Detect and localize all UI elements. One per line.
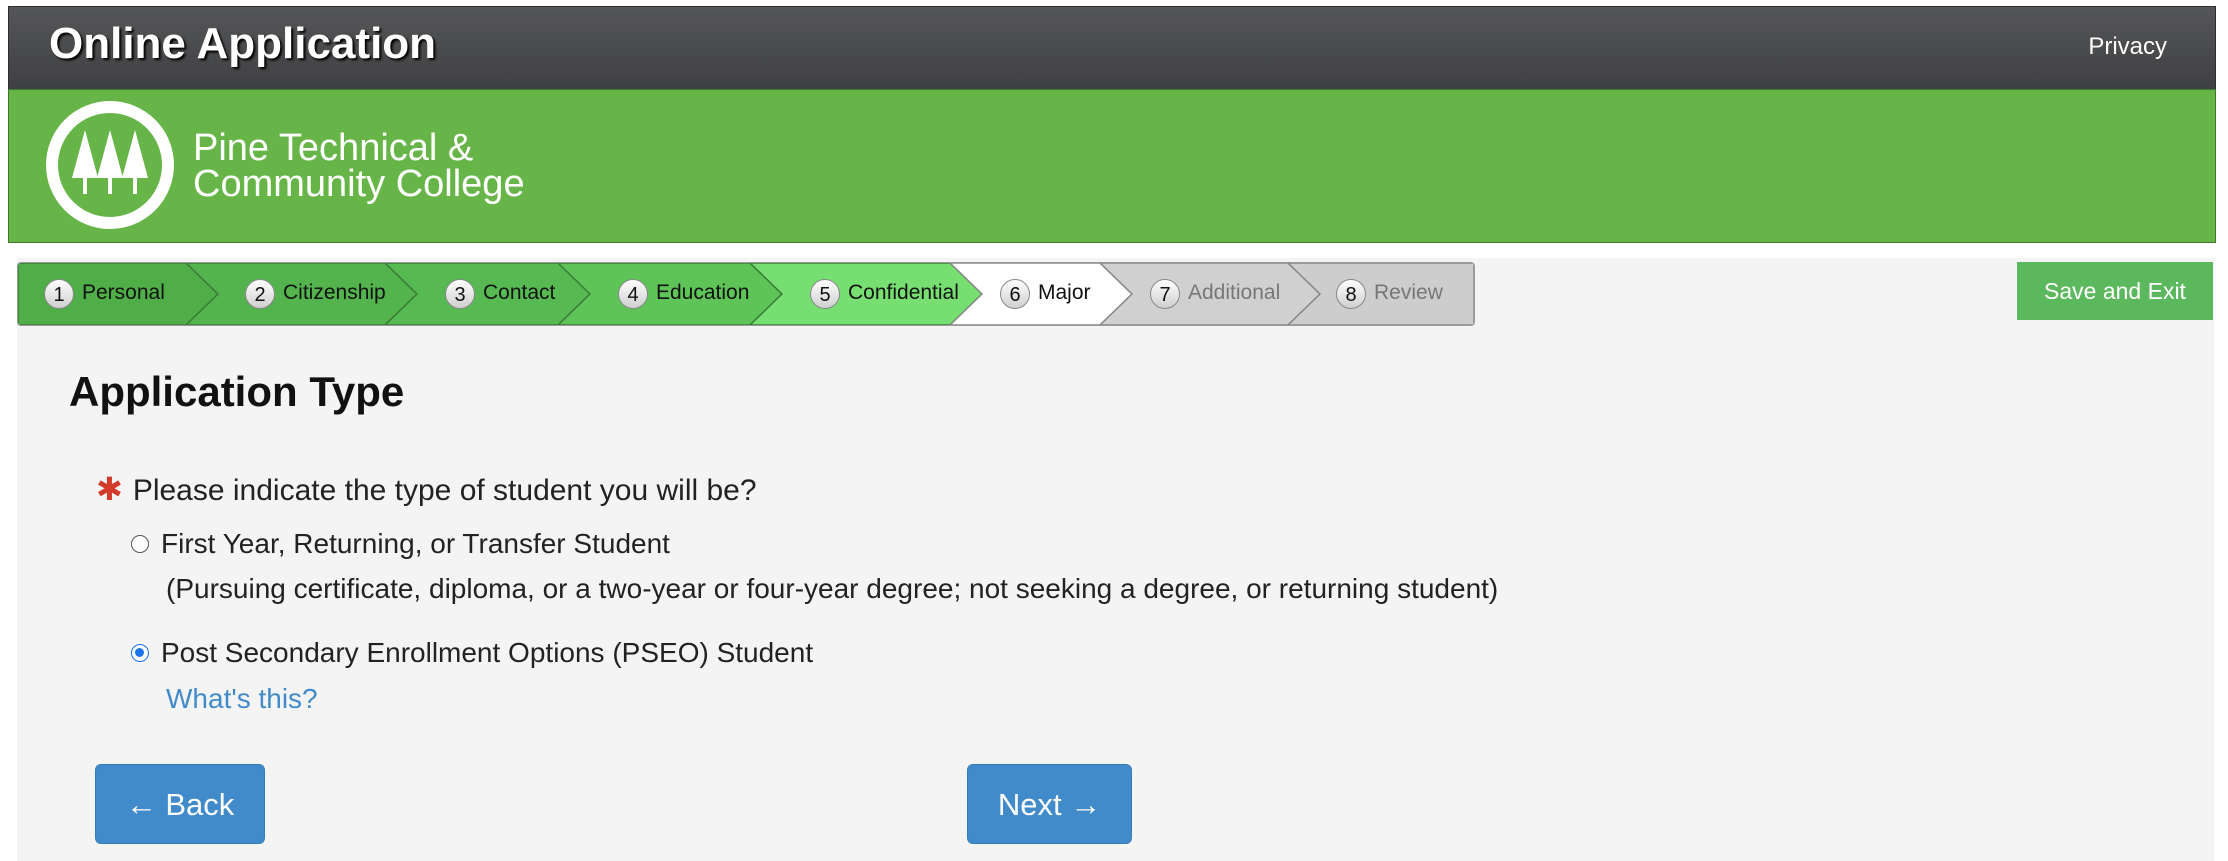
step-label: Review (1374, 281, 1443, 304)
save-and-exit-button[interactable]: Save and Exit (2017, 262, 2213, 320)
step-progress-bar: 1 Personal 2 Citizenship 3 Contact 4 Edu… (17, 262, 1475, 326)
pine-trees-logo-icon (46, 101, 174, 229)
step-label: Major (1038, 281, 1091, 304)
step-label: Contact (483, 281, 556, 304)
step-number: 4 (618, 279, 648, 309)
student-type-question: ✱ Please indicate the type of student you… (96, 470, 757, 508)
step-number: 6 (1000, 279, 1030, 309)
step-number: 5 (810, 279, 840, 309)
option-description-first-year: (Pursuing certificate, diploma, or a two… (166, 573, 1499, 604)
required-asterisk-icon: ✱ (96, 471, 123, 507)
step-number: 1 (44, 279, 74, 309)
privacy-link[interactable]: Privacy (2088, 33, 2167, 61)
step-citizenship[interactable]: 2 Citizenship (186, 263, 417, 325)
next-button[interactable]: Next → (967, 764, 1132, 844)
app-header: Online Application Privacy (8, 6, 2216, 90)
college-name: Pine Technical & Community College (193, 127, 525, 205)
step-number: 2 (245, 279, 275, 309)
step-number: 3 (445, 279, 475, 309)
back-button[interactable]: ← Back (95, 764, 265, 844)
step-label: Citizenship (283, 281, 386, 304)
step-number: 8 (1336, 279, 1366, 309)
radio-first-year[interactable] (131, 535, 149, 553)
option-label-first-year[interactable]: First Year, Returning, or Transfer Stude… (161, 528, 670, 560)
app-title: Online Application (49, 19, 437, 68)
whats-this-link[interactable]: What's this? (166, 683, 318, 715)
question-text: Please indicate the type of student you … (132, 474, 757, 507)
step-confidential[interactable]: 5 Confidential (750, 263, 982, 325)
option-label-pseo[interactable]: Post Secondary Enrollment Options (PSEO)… (161, 637, 813, 669)
college-name-line1: Pine Technical & (193, 127, 474, 169)
college-banner: Pine Technical & Community College (8, 89, 2216, 243)
step-review: 8 Review (1288, 263, 1474, 325)
step-label: Education (656, 281, 750, 304)
college-name-line2: Community College (193, 163, 525, 205)
step-label: Confidential (848, 281, 959, 304)
radio-pseo[interactable] (131, 644, 149, 662)
step-education[interactable]: 4 Education (558, 263, 782, 325)
step-label: Personal (82, 281, 165, 304)
step-label: Additional (1188, 281, 1281, 304)
step-number: 7 (1150, 279, 1180, 309)
step-additional: 7 Additional (1100, 263, 1320, 325)
page-title: Application Type (69, 368, 405, 415)
